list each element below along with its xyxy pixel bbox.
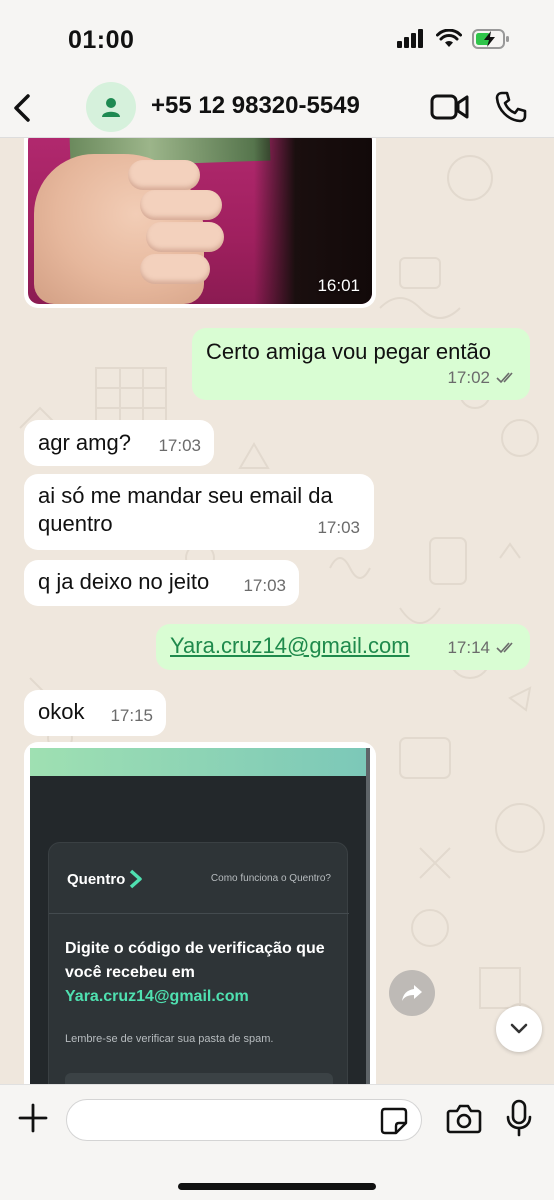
battery-charging-icon [472,29,509,49]
cellular-signal-icon [397,29,423,48]
contact-name[interactable]: +55 12 98320-5549 [151,92,360,120]
forward-icon [402,985,422,1001]
message-meta: 17:14 [447,634,518,662]
sticker-button[interactable] [380,1107,408,1135]
home-indicator [178,1183,376,1190]
chat-header: +55 12 98320-5549 [0,80,554,138]
message-time: 17:02 [447,368,490,387]
image-message[interactable]: 16:01 [24,138,376,308]
outgoing-message[interactable]: Certo amiga vou pegar então 17:02 [192,328,530,400]
camera-button[interactable] [446,1103,482,1135]
code-input [65,1073,333,1084]
microphone-button[interactable] [506,1099,532,1137]
photo[interactable]: 16:01 [28,138,372,304]
forward-button[interactable] [389,970,435,1016]
chevron-left-icon [14,94,30,122]
incoming-message[interactable]: agr amg? 17:03 [24,420,214,466]
message-time: 17:03 [317,518,360,537]
screenshot-scrollbar [366,748,370,1084]
screenshot-image[interactable]: Quentro Como funciona o Quentro? Digite … [30,748,370,1084]
outgoing-message[interactable]: Yara.cruz14@gmail.com 17:14 [156,624,530,670]
video-call-icon [430,94,469,120]
email-link[interactable]: Yara.cruz14@gmail.com [170,633,410,658]
photo-finger [140,254,210,284]
chevron-right-logo-icon [130,869,143,889]
status-time: 01:00 [68,26,135,54]
scroll-down-button[interactable] [496,1006,542,1052]
phone-icon [495,91,527,123]
wifi-icon [436,29,462,47]
message-text: okok [38,699,85,724]
message-input-bar [0,1084,554,1200]
screenshot-message[interactable]: Quentro Como funciona o Quentro? Digite … [24,742,376,1084]
photo-finger [128,160,200,190]
message-field[interactable] [66,1099,422,1141]
video-call-button[interactable] [430,92,470,122]
verification-title: Digite o código de verificação que você … [65,937,341,1009]
contact-avatar[interactable] [86,82,136,132]
divider [49,913,349,914]
message-time: 17:15 [110,706,153,725]
message-meta: 17:02 [447,364,518,392]
quentro-logo: Quentro [67,869,143,889]
message-time: 17:03 [243,576,286,595]
help-link: Como funciona o Quentro? [210,873,331,884]
message-text: q ja deixo no jeito [38,569,210,594]
photo-finger [140,190,222,220]
verification-card: Quentro Como funciona o Quentro? Digite … [48,842,349,1084]
quentro-brand: Quentro [67,870,126,888]
message-time: 17:03 [158,436,201,455]
verification-text: Digite o código de verificação que você … [65,940,325,981]
status-icons [396,28,510,50]
message-text: Certo amiga vou pegar então [206,339,491,364]
message-text: ai só me mandar seu email da quentro [38,483,333,536]
double-check-icon [496,642,513,654]
screenshot-header-bar [30,748,366,776]
verification-email: Yara.cruz14@gmail.com [65,988,249,1005]
person-icon [102,98,120,117]
photo-finger [146,222,224,252]
incoming-message[interactable]: q ja deixo no jeito 17:03 [24,560,299,606]
voice-call-button[interactable] [494,90,528,124]
spam-hint: Lembre-se de verificar sua pasta de spam… [65,1033,274,1045]
plus-icon [18,1103,48,1133]
message-time: 16:01 [317,276,360,295]
incoming-message[interactable]: ai só me mandar seu email da quentro 17:… [24,474,374,550]
double-check-icon [496,372,513,384]
message-time: 17:14 [447,638,490,657]
attach-button[interactable] [16,1101,50,1135]
chevron-down-icon [510,1023,528,1034]
sticker-icon [380,1107,408,1135]
microphone-icon [506,1099,532,1137]
status-bar: 01:00 [0,0,554,80]
message-text: agr amg? [38,430,131,455]
incoming-message[interactable]: okok 17:15 [24,690,166,736]
chat-area[interactable]: 16:01 Certo amiga vou pegar então 17:02 … [0,138,554,1084]
camera-icon [446,1104,482,1134]
back-button[interactable] [8,90,38,126]
